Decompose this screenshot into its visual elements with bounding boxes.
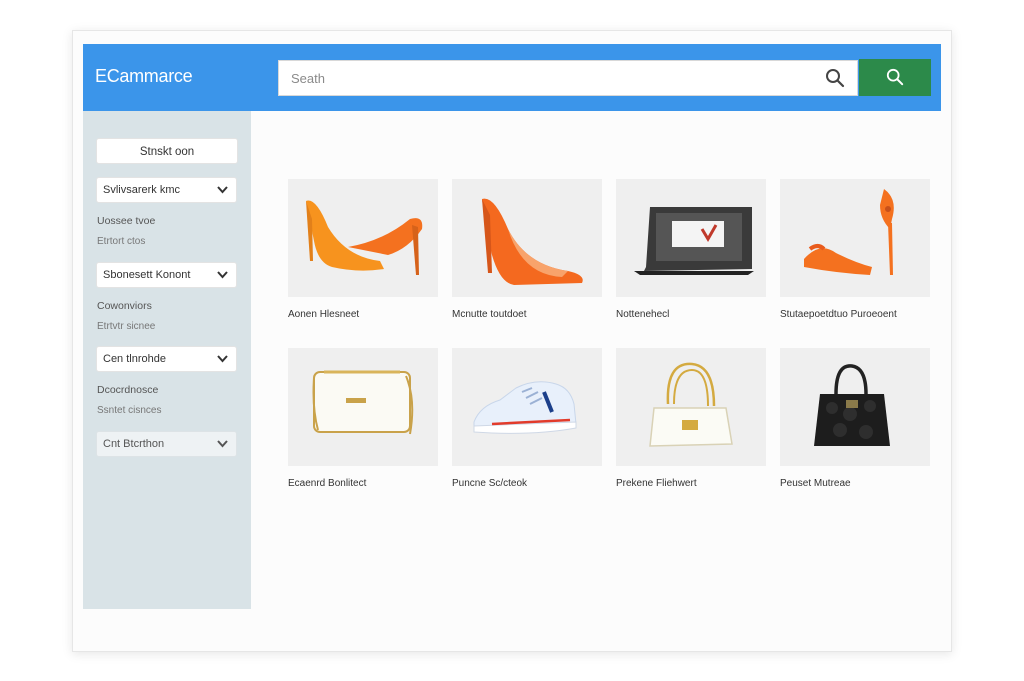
orange-heel-icon [306, 200, 423, 275]
product-name[interactable]: Aonen Hlesneet [288, 306, 438, 324]
search-box [278, 60, 858, 96]
filter-group-subtitle: Ssntet cisnces [97, 405, 162, 416]
product-image[interactable] [616, 348, 766, 466]
dropdown-label: Svlivsarerk kmc [103, 184, 181, 196]
product-card[interactable]: Nottenehecl [616, 179, 766, 324]
product-name[interactable]: Prekene Fliehwert [616, 475, 766, 493]
product-card[interactable]: Aonen Hlesneet [288, 179, 438, 324]
product-name[interactable]: Nottenehecl [616, 306, 766, 324]
search-button[interactable] [859, 59, 931, 96]
dropdown-label: Cnt Btcrthon [103, 438, 165, 450]
product-image[interactable] [288, 348, 438, 466]
filter-sidebar: Stnskt oon Svlivsarerk kmc Uossee tvoe E… [83, 111, 251, 609]
sidebar-top-button[interactable]: Stnskt oon [96, 138, 238, 164]
filter-group-title: Dcocrdnosce [97, 384, 159, 396]
tablet-icon [634, 207, 754, 275]
filter-dropdown-4[interactable]: Cnt Btcrthon [96, 431, 237, 457]
product-image[interactable] [452, 348, 602, 466]
product-card[interactable]: Prekene Fliehwert [616, 348, 766, 493]
filter-dropdown-1[interactable]: Svlivsarerk kmc [96, 177, 237, 203]
app-window: ECammarce Stnskt oon Svlivsarerk kmc Uos… [72, 30, 952, 652]
chevron-down-icon [217, 355, 228, 363]
product-card[interactable]: Ecaenrd Bonlitect [288, 348, 438, 493]
black-handbag-icon [814, 364, 890, 446]
orange-sandal-icon [804, 189, 894, 275]
filter-group-subtitle: Etrtort ctos [97, 236, 146, 247]
product-card[interactable]: Stutaepoetdtuo Puroeoent [780, 179, 930, 324]
product-image[interactable] [288, 179, 438, 297]
orange-pump-icon [482, 198, 583, 285]
product-name[interactable]: Puncne Sc/cteok [452, 475, 602, 493]
product-card[interactable]: Peuset Mutreae [780, 348, 930, 493]
chevron-down-icon [217, 186, 228, 194]
white-clutch-icon [312, 370, 414, 435]
product-name[interactable]: Mcnutte toutdoet [452, 306, 602, 324]
product-name[interactable]: Ecaenrd Bonlitect [288, 475, 438, 493]
filter-group-title: Uossee tvoe [97, 215, 156, 227]
white-handbag-icon [649, 362, 733, 447]
search-input[interactable] [279, 61, 809, 95]
chevron-down-icon [217, 440, 228, 448]
filter-dropdown-3[interactable]: Cen tlnrohde [96, 346, 237, 372]
product-image[interactable] [616, 179, 766, 297]
filter-dropdown-2[interactable]: Sbonesett Konont [96, 262, 237, 288]
filter-group-subtitle: Etrtvtr sicnee [97, 321, 156, 332]
product-image[interactable] [780, 348, 930, 466]
white-sneaker-icon [473, 381, 577, 434]
product-name[interactable]: Stutaepoetdtuo Puroeoent [780, 306, 930, 324]
product-name[interactable]: Peuset Mutreae [780, 475, 930, 493]
filter-group-title: Cowonviors [97, 300, 152, 312]
search-icon [886, 68, 904, 86]
product-image[interactable] [780, 179, 930, 297]
dropdown-label: Sbonesett Konont [103, 269, 191, 281]
product-image[interactable] [452, 179, 602, 297]
search-icon[interactable] [825, 68, 845, 88]
chevron-down-icon [217, 271, 228, 279]
product-card[interactable]: Puncne Sc/cteok [452, 348, 602, 493]
header-bar: ECammarce [83, 44, 941, 111]
dropdown-label: Cen tlnrohde [103, 353, 166, 365]
product-card[interactable]: Mcnutte toutdoet [452, 179, 602, 324]
brand-logo[interactable]: ECammarce [95, 66, 193, 87]
